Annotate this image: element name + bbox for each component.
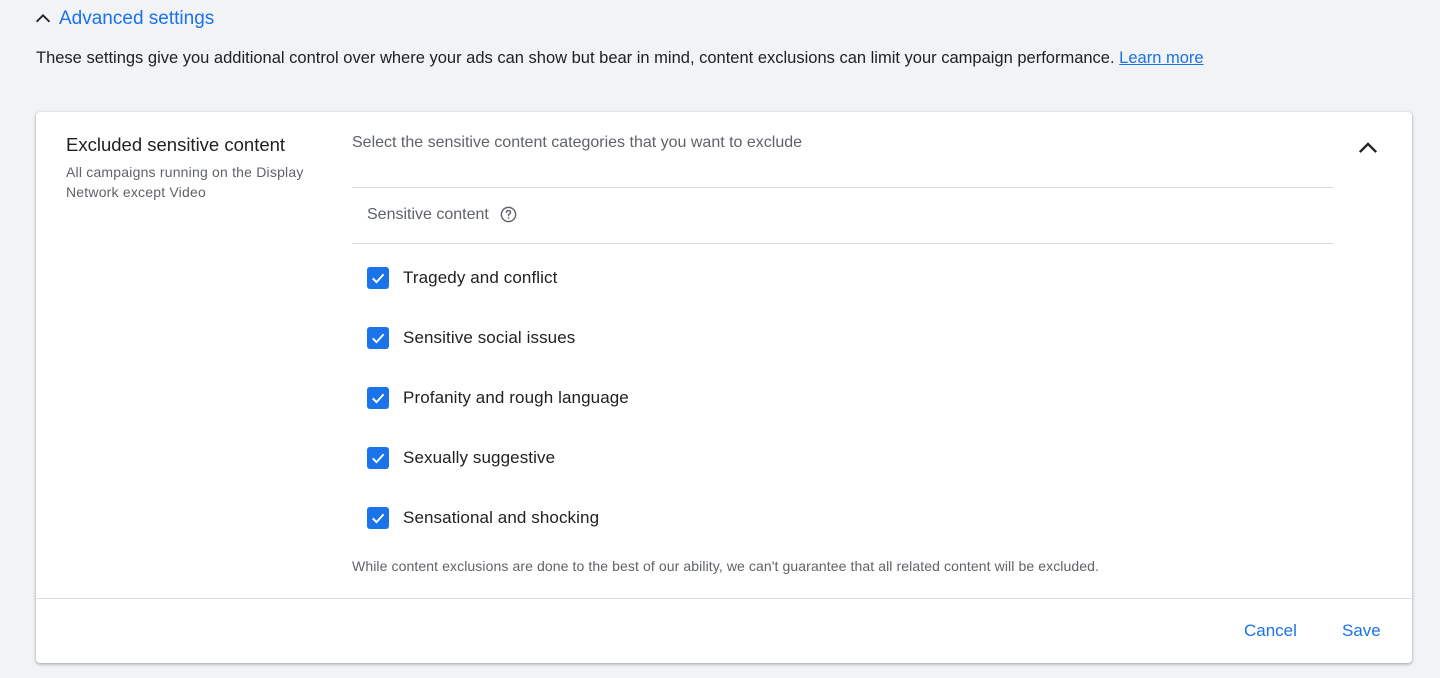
- checkmark-icon: [372, 393, 385, 404]
- card-left-column: Excluded sensitive content All campaigns…: [66, 134, 336, 202]
- help-icon[interactable]: [499, 205, 518, 224]
- card-subtext: All campaigns running on the Display Net…: [66, 164, 304, 200]
- advanced-settings-title: Advanced settings: [59, 8, 215, 29]
- cancel-button[interactable]: Cancel: [1244, 621, 1297, 641]
- disclaimer-text: While content exclusions are done to the…: [352, 558, 1100, 574]
- checkmark-icon: [372, 273, 385, 284]
- intro-text: These settings give you additional contr…: [36, 49, 1115, 67]
- chevron-up-icon: [35, 14, 51, 23]
- checkmark-icon: [372, 333, 385, 344]
- learn-more-link[interactable]: Learn more: [1119, 49, 1203, 67]
- option-label: Sensational and shocking: [403, 508, 600, 527]
- option-tragedy-and-conflict[interactable]: Tragedy and conflict: [367, 267, 557, 289]
- checkbox-checked[interactable]: [367, 387, 389, 409]
- option-label: Sexually suggestive: [403, 448, 556, 467]
- divider: [352, 243, 1333, 244]
- checkmark-icon: [372, 513, 385, 524]
- advanced-settings-description: These settings give you additional contr…: [36, 49, 1204, 68]
- advanced-settings-toggle[interactable]: Advanced settings: [32, 8, 214, 30]
- option-label: Sensitive social issues: [403, 328, 576, 347]
- checkbox-checked[interactable]: [367, 267, 389, 289]
- save-button[interactable]: Save: [1342, 621, 1381, 641]
- sensitive-content-label: Sensitive content: [367, 205, 518, 224]
- option-sensitive-social-issues[interactable]: Sensitive social issues: [367, 327, 575, 349]
- chevron-up-icon[interactable]: [1354, 134, 1382, 162]
- excluded-sensitive-content-card: Excluded sensitive content All campaigns…: [36, 112, 1412, 663]
- checkbox-checked[interactable]: [367, 507, 389, 529]
- select-prompt: Select the sensitive content categories …: [352, 134, 803, 151]
- checkbox-checked[interactable]: [367, 327, 389, 349]
- divider: [352, 187, 1333, 188]
- option-profanity-and-rough-language[interactable]: Profanity and rough language: [367, 387, 629, 409]
- checkmark-icon: [372, 453, 385, 464]
- checkbox-checked[interactable]: [367, 447, 389, 469]
- option-sensational-and-shocking[interactable]: Sensational and shocking: [367, 507, 599, 529]
- option-label: Tragedy and conflict: [403, 268, 558, 287]
- section-label-text: Sensitive content: [367, 205, 489, 223]
- option-sexually-suggestive[interactable]: Sexually suggestive: [367, 447, 555, 469]
- card-heading: Excluded sensitive content: [66, 134, 286, 155]
- footer-divider: [36, 598, 1412, 599]
- option-label: Profanity and rough language: [403, 388, 629, 407]
